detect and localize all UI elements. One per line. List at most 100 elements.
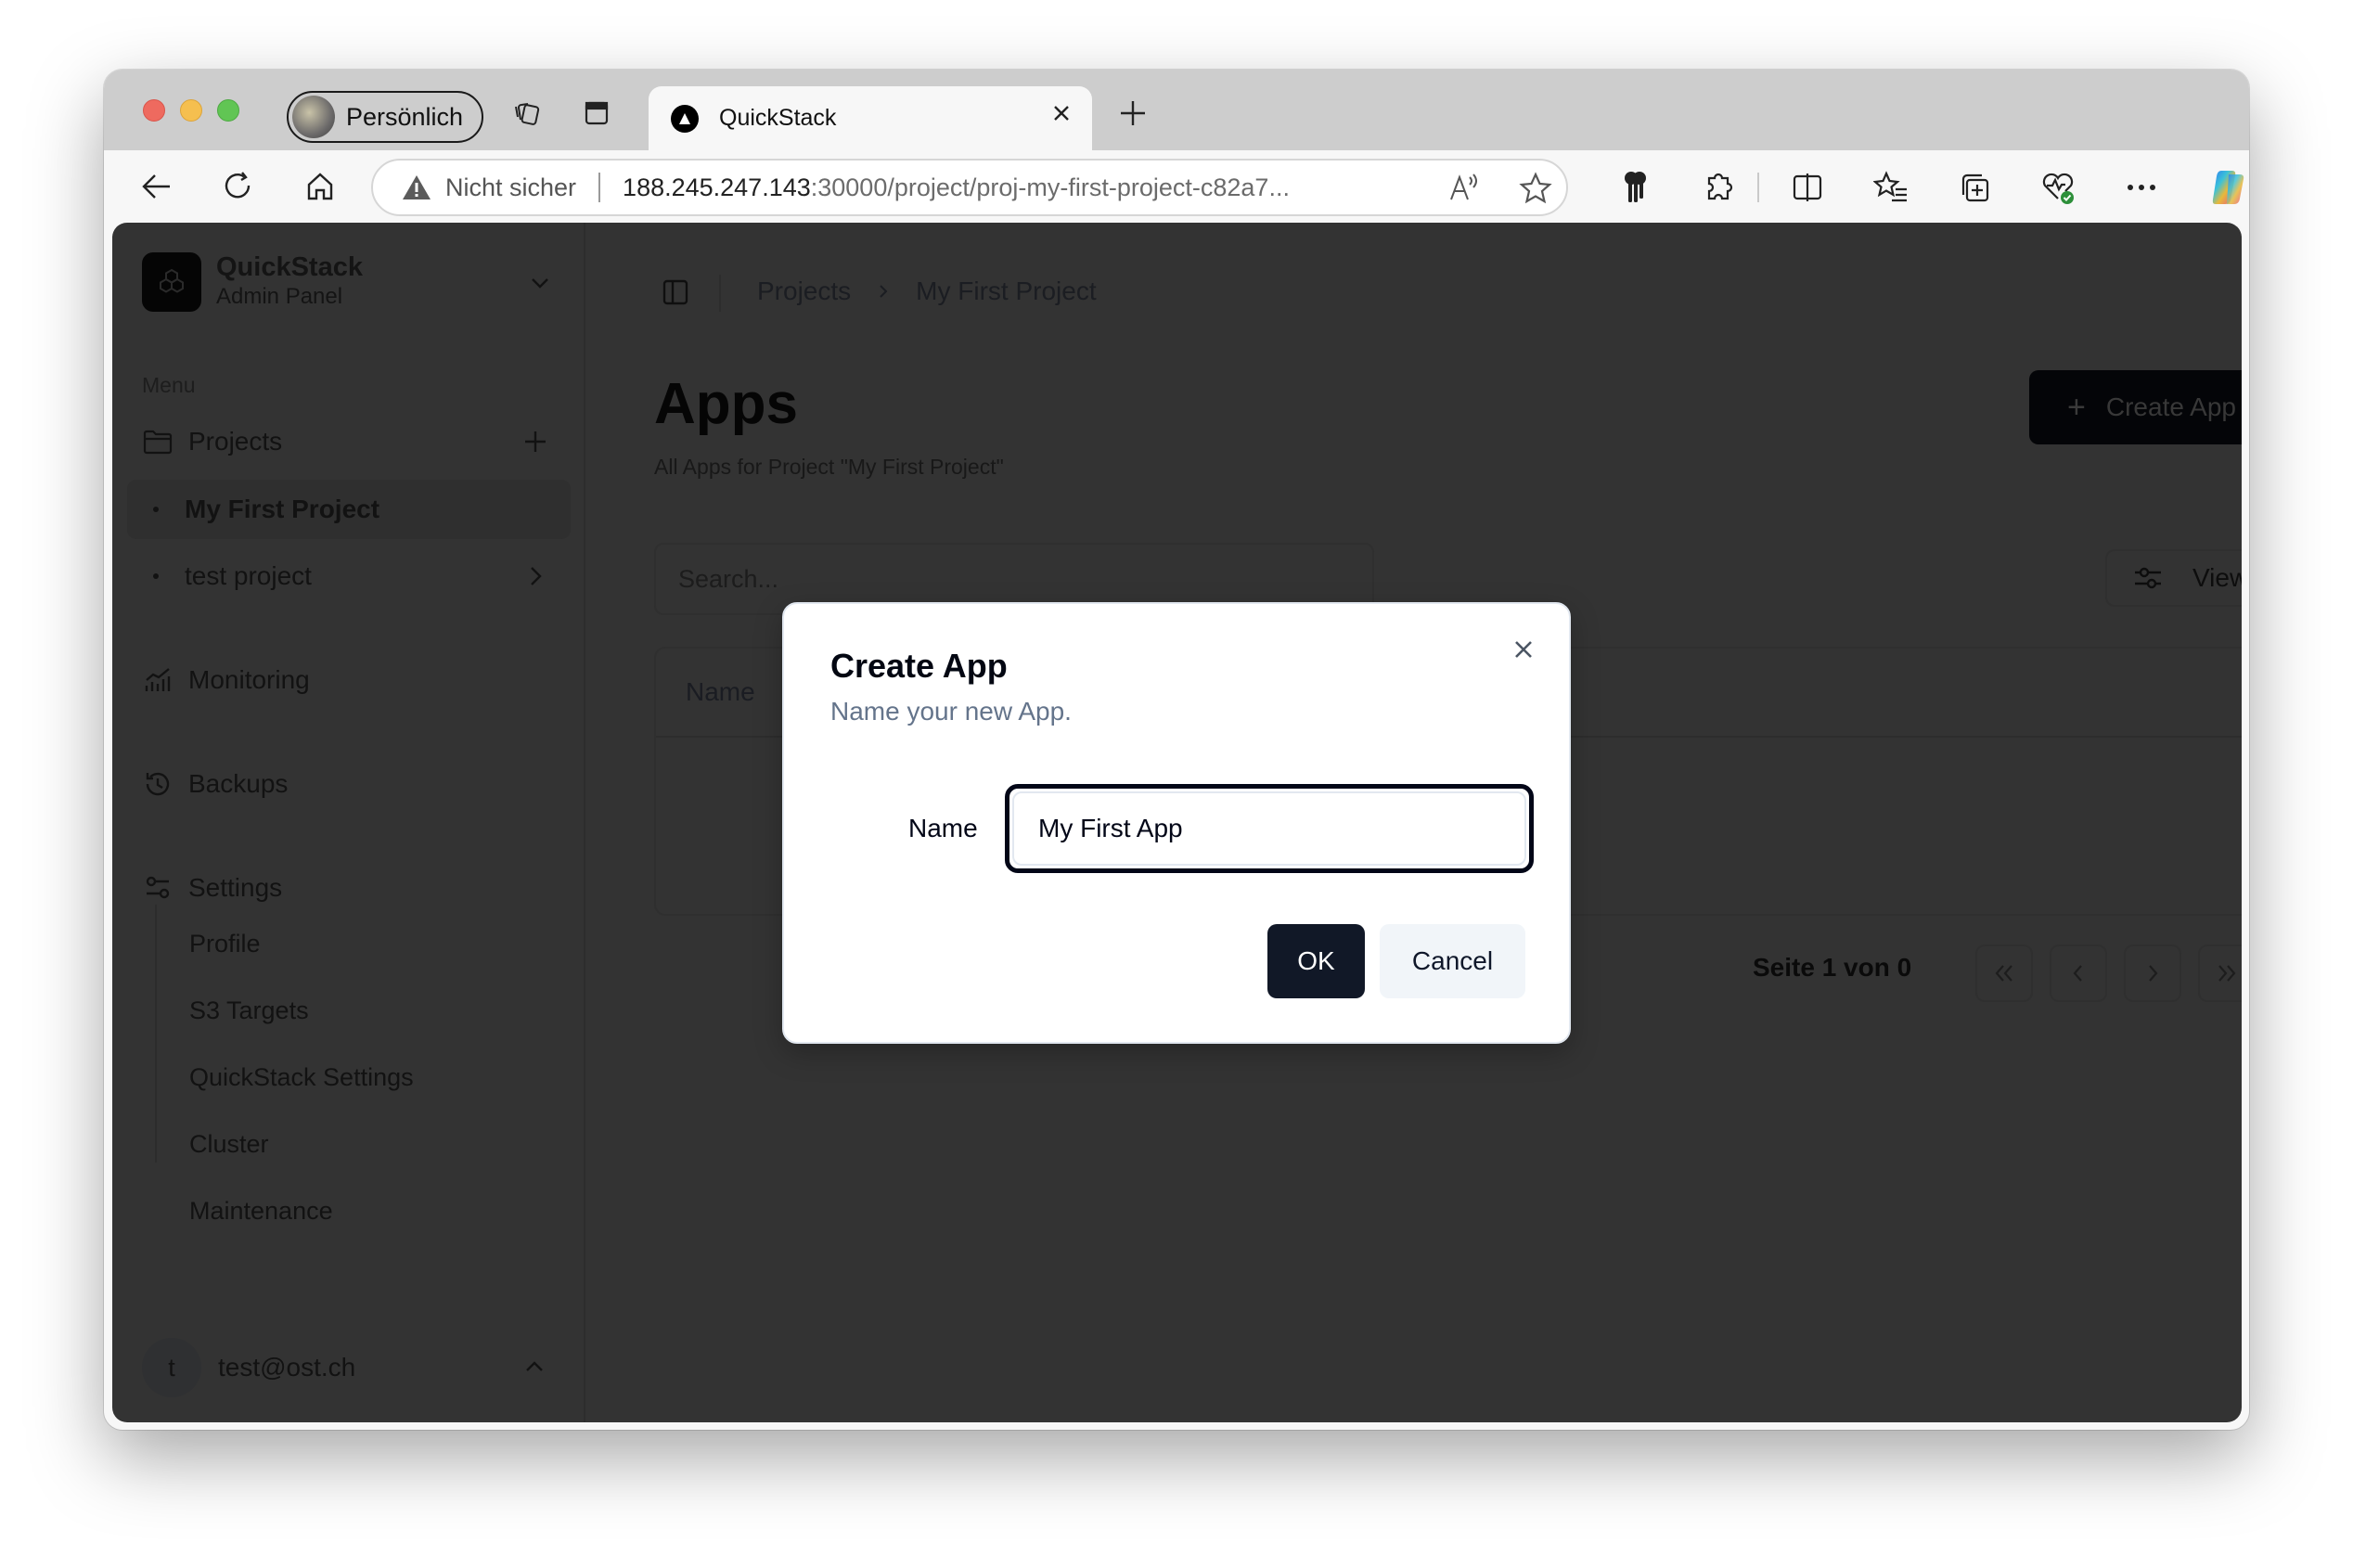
tab-actions-icon[interactable] (581, 97, 612, 129)
sidebar-subitem-quickstack-settings[interactable]: QuickStack Settings (189, 1063, 414, 1092)
ok-button[interactable]: OK (1267, 924, 1365, 998)
extensions-icon[interactable] (1700, 169, 1737, 206)
name-field-focus-ring (1005, 784, 1534, 873)
chevron-right-icon (2149, 965, 2158, 982)
more-options-icon[interactable] (2123, 169, 2160, 206)
chevron-down-icon[interactable] (528, 271, 552, 295)
bullet-icon (153, 507, 159, 512)
sidebar-project-my-first-project[interactable]: My First Project (142, 482, 559, 537)
create-app-button[interactable]: + Create App (2029, 370, 2242, 444)
dialog-description: Name your new App. (830, 697, 1072, 726)
split-screen-icon[interactable] (1789, 169, 1826, 206)
reload-icon[interactable] (219, 167, 258, 206)
close-tab-icon[interactable] (1051, 103, 1072, 123)
pagination-label: Seite 1 von 0 (1753, 953, 1912, 982)
security-label: Nicht sicher (445, 173, 577, 201)
sidebar-subitem-maintenance[interactable]: Maintenance (189, 1197, 333, 1226)
close-dialog-icon[interactable] (1510, 636, 1537, 663)
tab-bar: Persönlich QuickStack (104, 70, 2249, 150)
breadcrumb-current: My First Project (916, 276, 1097, 305)
tab-title: QuickStack (719, 105, 837, 131)
password-manager-icon[interactable] (1616, 169, 1653, 206)
sidebar-toggle-icon[interactable] (662, 278, 689, 306)
column-header-name[interactable]: Name (686, 677, 755, 707)
bullet-icon (153, 573, 159, 579)
read-aloud-icon[interactable] (1447, 172, 1481, 205)
sidebar-subitem-cluster[interactable]: Cluster (189, 1130, 269, 1159)
create-app-label: Create App (2105, 392, 2236, 421)
breadcrumb-chevron-icon (880, 285, 888, 298)
profile-button[interactable]: Persönlich (287, 91, 483, 143)
breadcrumb-projects[interactable]: Projects (757, 276, 851, 306)
plus-icon: + (2067, 389, 2086, 425)
home-icon[interactable] (301, 167, 340, 206)
address-separator (598, 173, 601, 202)
sidebar-subitem-profile[interactable]: Profile (189, 930, 261, 958)
sidebar-item-label: Monitoring (188, 665, 310, 694)
quickstack-logo-icon (142, 252, 201, 312)
maximize-window-button[interactable] (217, 99, 239, 122)
create-app-dialog: Create App Name your new App. Name OK Ca… (782, 602, 1571, 1044)
app-name-input[interactable] (1012, 791, 1526, 866)
chevron-right-icon[interactable] (522, 563, 548, 589)
url-host: 188.245.247.143 (623, 173, 811, 201)
copilot-icon[interactable] (2206, 165, 2249, 210)
sidebar-item-label: Backups (188, 769, 289, 798)
sidebar-item-projects[interactable]: Projects (142, 414, 559, 469)
view-options-button[interactable]: View (2105, 549, 2242, 607)
warning-icon (403, 175, 431, 199)
settings-subtree-line (155, 905, 157, 1163)
breadcrumb: Projects My First Project (757, 276, 1097, 306)
user-avatar: t (142, 1338, 201, 1397)
profile-avatar (292, 96, 335, 138)
quickstack-favicon-icon (671, 104, 699, 133)
settings-sliders-icon (142, 872, 174, 904)
sidebar-item-label: Settings (188, 873, 283, 902)
security-indicator[interactable]: Nicht sicher (401, 174, 576, 202)
sidebar-item-backups[interactable]: Backups (142, 756, 559, 812)
next-page-button[interactable] (2124, 945, 2181, 1002)
folder-icon (142, 426, 174, 457)
workspaces-icon[interactable] (512, 97, 544, 129)
favorite-star-icon[interactable] (1519, 172, 1552, 205)
user-email: test@ost.ch (218, 1353, 356, 1382)
view-label: View (2192, 563, 2242, 592)
sidebar: QuickStack Admin Panel Menu Projects My … (112, 223, 585, 1422)
url-path: :30000/project/proj-my-first-project-c82… (810, 173, 1290, 201)
page-subtitle: All Apps for Project "My First Project" (654, 455, 1004, 479)
brand-subtitle: Admin Panel (216, 284, 343, 309)
cancel-button[interactable]: Cancel (1380, 924, 1525, 998)
tab-quickstack[interactable]: QuickStack (649, 86, 1092, 150)
project-label: My First Project (185, 495, 380, 523)
chevron-up-icon[interactable] (522, 1355, 548, 1381)
browser-toolbar: Nicht sicher 188.245.247.143:30000/proje… (104, 150, 2249, 223)
sidebar-subitem-s3-targets[interactable]: S3 Targets (189, 996, 309, 1025)
page-title: Apps (654, 372, 798, 436)
close-window-button[interactable] (143, 99, 165, 122)
sidebar-item-settings[interactable]: Settings (142, 860, 559, 916)
new-tab-icon[interactable] (1115, 96, 1151, 131)
collections-icon[interactable] (1956, 169, 1993, 206)
url-text[interactable]: 188.245.247.143:30000/project/proj-my-fi… (623, 174, 1290, 202)
sliders-icon (2135, 567, 2161, 589)
chevron-left-icon (2073, 965, 2082, 982)
sidebar-item-label: Projects (188, 427, 283, 456)
toolbar-separator (1757, 173, 1759, 202)
project-label: test project (185, 561, 312, 590)
sidebar-item-monitoring[interactable]: Monitoring (142, 652, 559, 708)
sidebar-project-test-project[interactable]: test project (142, 548, 559, 604)
first-page-button[interactable] (1975, 945, 2033, 1002)
previous-page-button[interactable] (2050, 945, 2107, 1002)
chevrons-right-icon (2218, 965, 2236, 982)
minimize-window-button[interactable] (180, 99, 202, 122)
address-bar[interactable]: Nicht sicher 188.245.247.143:30000/proje… (371, 159, 1568, 216)
favorites-icon[interactable] (1872, 169, 1909, 206)
profile-label: Persönlich (346, 102, 464, 131)
chevrons-left-icon (1995, 965, 2012, 982)
back-icon[interactable] (137, 167, 176, 206)
history-icon (142, 768, 174, 800)
add-project-icon[interactable] (522, 429, 548, 455)
user-menu[interactable]: t test@ost.ch (142, 1338, 559, 1397)
last-page-button[interactable] (2198, 945, 2242, 1002)
browser-essentials-icon[interactable] (2039, 169, 2077, 206)
